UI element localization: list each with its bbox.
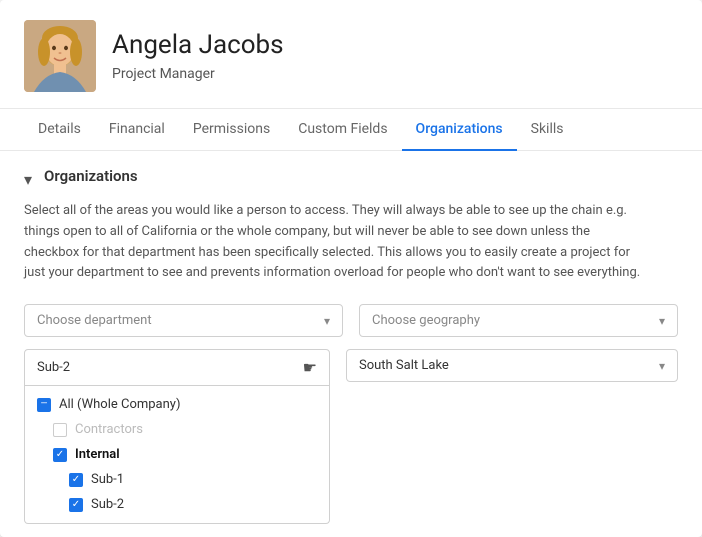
menu-item-sub1[interactable]: Sub-1 (25, 467, 329, 492)
department-chevron-icon: ▾ (324, 314, 330, 328)
profile-header: Angela Jacobs Project Manager (0, 0, 702, 109)
south-salt-lake-value: South Salt Lake (359, 358, 449, 373)
checkbox-sub2[interactable] (69, 498, 83, 512)
menu-item-all-label: All (Whole Company) (59, 397, 180, 412)
menu-item-contractors-label: Contractors (75, 422, 143, 437)
dropdowns-row-2: Sub-2 ☛ All (Whole Company) Contractors (24, 349, 678, 386)
tab-details[interactable]: Details (24, 109, 95, 151)
section-header[interactable]: ▾ Organizations (24, 167, 678, 185)
dropdowns-row-1: Choose department ▾ Choose geography ▾ (24, 304, 678, 337)
checkbox-sub1[interactable] (69, 473, 83, 487)
profile-name: Angela Jacobs (112, 30, 284, 61)
organizations-description: Select all of the areas you would like a… (24, 201, 644, 284)
geography-placeholder: Choose geography (372, 313, 480, 328)
department-selected-value: Sub-2 (37, 360, 70, 375)
checkbox-internal[interactable] (53, 448, 67, 462)
department-open-dropdown: Sub-2 ☛ All (Whole Company) Contractors (24, 349, 330, 386)
content-area: ▾ Organizations Select all of the areas … (0, 151, 702, 410)
profile-info: Angela Jacobs Project Manager (112, 30, 284, 81)
menu-item-internal-label: Internal (75, 447, 120, 462)
checkbox-contractors[interactable] (53, 423, 67, 437)
department-menu: All (Whole Company) Contractors Internal (24, 386, 330, 524)
menu-item-internal[interactable]: Internal (25, 442, 329, 467)
tab-organizations[interactable]: Organizations (402, 109, 517, 151)
main-card: Angela Jacobs Project Manager Details Fi… (0, 0, 702, 537)
south-salt-lake-dropdown[interactable]: South Salt Lake ▾ (346, 349, 678, 382)
geography-chevron-icon: ▾ (659, 314, 665, 328)
south-salt-lake-chevron-icon: ▾ (659, 359, 665, 373)
section-title: Organizations (44, 167, 138, 185)
section-toggle-icon[interactable]: ▾ (24, 170, 36, 182)
menu-item-sub2[interactable]: Sub-2 (25, 492, 329, 517)
cursor-pointer-icon: ☛ (303, 358, 317, 377)
department-dropdown[interactable]: Choose department ▾ (24, 304, 343, 337)
tab-financial[interactable]: Financial (95, 109, 179, 151)
geography-dropdown[interactable]: Choose geography ▾ (359, 304, 678, 337)
tab-skills[interactable]: Skills (517, 109, 578, 151)
menu-item-contractors[interactable]: Contractors (25, 417, 329, 442)
menu-item-sub1-label: Sub-1 (91, 472, 124, 487)
department-trigger[interactable]: Sub-2 ☛ (24, 349, 330, 386)
department-placeholder: Choose department (37, 313, 152, 328)
profile-title: Project Manager (112, 66, 284, 82)
checkbox-all[interactable] (37, 398, 51, 412)
menu-item-sub2-label: Sub-2 (91, 497, 124, 512)
tab-custom-fields[interactable]: Custom Fields (284, 109, 401, 151)
tab-bar: Details Financial Permissions Custom Fie… (0, 109, 702, 151)
menu-item-all[interactable]: All (Whole Company) (25, 392, 329, 417)
avatar (24, 20, 96, 92)
tab-permissions[interactable]: Permissions (179, 109, 284, 151)
